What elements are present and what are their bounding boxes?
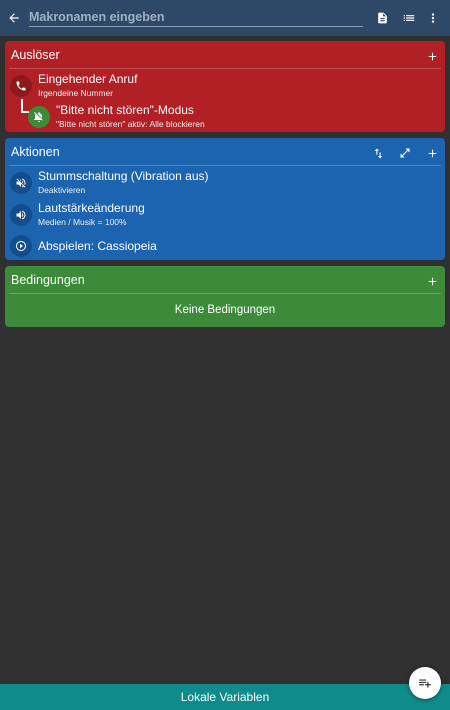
action-item-mute[interactable]: Stummschaltung (Vibration aus) Deaktivie… — [5, 168, 445, 196]
no-conditions-text: Keine Bedingungen — [174, 304, 276, 316]
add-trigger-button[interactable] — [421, 45, 443, 67]
arrow-left-icon — [7, 11, 21, 25]
bell-off-icon — [28, 106, 50, 128]
add-condition-button[interactable] — [421, 270, 443, 292]
connector-line — [21, 99, 29, 113]
reorder-button[interactable] — [367, 142, 389, 164]
conditions-card-divider — [9, 293, 441, 294]
expand-icon — [399, 147, 411, 159]
add-action-button[interactable] — [421, 142, 443, 164]
volume-up-icon — [10, 204, 32, 226]
actions-card-header: Aktionen — [5, 138, 445, 166]
action-item-subtitle: Deaktivieren — [38, 185, 86, 195]
plus-icon — [426, 147, 439, 160]
plus-icon — [426, 275, 439, 288]
expand-button[interactable] — [394, 142, 416, 164]
swap-vert-icon — [372, 147, 385, 160]
macro-name-input[interactable] — [29, 7, 363, 27]
playlist-add-icon — [418, 676, 432, 690]
trigger-item-subtitle: Irgendeine Nummer — [38, 88, 114, 98]
action-item-volume-change[interactable]: Lautstärkeänderung Medien / Musik = 100% — [5, 200, 445, 228]
trigger-item-title: Eingehender Anruf — [38, 72, 138, 86]
document-icon — [376, 11, 389, 25]
actions-card-divider — [9, 165, 441, 166]
trigger-item-title: "Bitte nicht stören"-Modus — [56, 103, 194, 117]
trigger-card-title: Auslöser — [11, 48, 60, 62]
conditions-card: Bedingungen Keine Bedingungen — [5, 266, 445, 327]
conditions-card-header: Bedingungen — [5, 266, 445, 294]
phone-icon — [10, 75, 32, 97]
document-button[interactable] — [370, 0, 394, 36]
local-variables-bar[interactable]: Lokale Variablen — [0, 684, 450, 710]
conditions-card-title: Bedingungen — [11, 273, 85, 287]
local-variables-label: Lokale Variablen — [180, 690, 270, 704]
plus-icon — [426, 50, 439, 63]
trigger-card-header: Auslöser — [5, 41, 445, 69]
actions-card-title: Aktionen — [11, 145, 60, 159]
trigger-item-incoming-call[interactable]: Eingehender Anruf Irgendeine Nummer — [5, 71, 445, 99]
volume-off-icon — [10, 172, 32, 194]
actions-card: Aktionen Stummschaltung (Vibration aus) … — [5, 138, 445, 260]
action-item-play[interactable]: Abspielen: Cassiopeia — [5, 232, 445, 260]
list-icon — [402, 11, 416, 25]
app-bar — [0, 0, 450, 36]
trigger-item-dnd-mode[interactable]: "Bitte nicht stören"-Modus "Bitte nicht … — [5, 99, 445, 131]
back-button[interactable] — [0, 0, 28, 36]
trigger-card: Auslöser Eingehender Anruf Irgendeine Nu… — [5, 41, 445, 132]
list-button[interactable] — [397, 0, 421, 36]
trigger-card-divider — [9, 68, 441, 69]
more-button[interactable] — [421, 0, 445, 36]
add-to-queue-fab[interactable] — [409, 667, 441, 699]
action-item-title: Stummschaltung (Vibration aus) — [38, 169, 209, 183]
more-vert-icon — [426, 11, 440, 25]
action-item-title: Lautstärkeänderung — [38, 201, 145, 215]
play-circle-icon — [10, 235, 32, 257]
trigger-item-subtitle: "Bitte nicht stören" aktiv: Alle blockie… — [56, 119, 205, 129]
action-item-subtitle: Medien / Musik = 100% — [38, 217, 127, 227]
action-item-title: Abspielen: Cassiopeia — [38, 239, 157, 253]
